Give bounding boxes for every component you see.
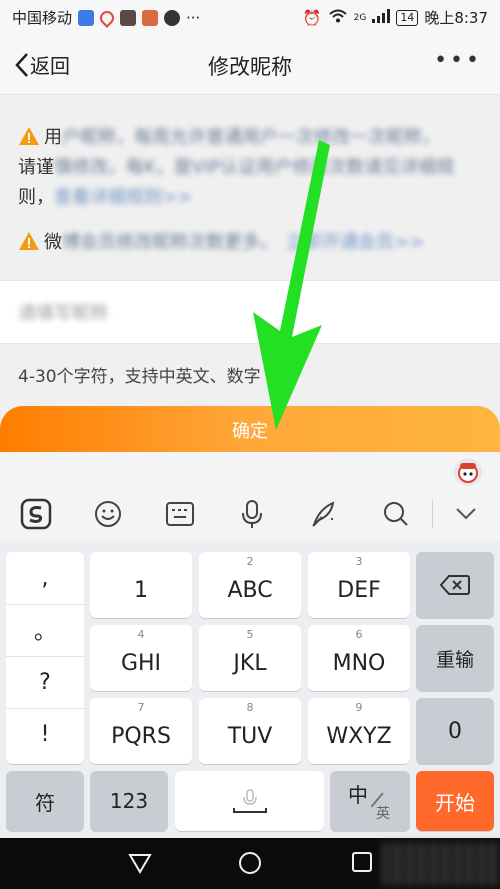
more-menu-button[interactable]: ••• [434,48,482,73]
key-number: 2 [246,555,254,568]
hide-keyboard-chevron-down-icon[interactable] [448,496,484,532]
more-notifications: ··· [186,8,201,27]
notice-text: 则， [18,187,54,208]
key-tuv[interactable]: 8 TUV [199,698,301,764]
space-key[interactable] [175,771,324,831]
key-jkl[interactable]: 5 JKL [199,625,301,691]
symbol-key[interactable]: 符 [6,771,84,831]
key-wxyz[interactable]: 9 WXYZ [308,698,410,764]
key-label: TUV [227,723,273,749]
carrier-name: 中国移动 [12,9,73,27]
nav-bar: 返回 修改昵称 ••• [0,34,500,95]
key-number: 8 [246,701,254,714]
key-number: 6 [355,628,363,641]
key-label: 1 [134,577,148,603]
notice-text: 用 [44,127,62,148]
key-number: 9 [355,701,363,714]
notice-blurred-text: 博会员修改昵称次数更多。 [62,232,278,253]
notice-blurred-text: 慎修改。每K，是VIP认证用户修改次数请见详细规 [54,157,455,178]
keyboard-mascot-icon[interactable] [454,458,482,486]
back-triangle-icon[interactable] [127,850,153,880]
keyboard-switch-icon[interactable] [162,496,198,532]
key-pqrs[interactable]: 7 PQRS [90,698,192,764]
network-type: 2G [353,12,367,23]
key-label: GHI [120,650,162,676]
key-number: 5 [246,628,254,641]
notice-text: 请谨 [18,157,54,178]
location-pin-icon [97,7,117,28]
keyboard-toolbar [0,486,500,540]
status-right: ⏰ 2G 14 晚上8:37 [303,7,488,28]
handwriting-quill-icon[interactable] [306,496,342,532]
nickname-hint: 4-30个字符，支持中英文、数字 [18,367,261,387]
punct-key-question[interactable]: ? [6,656,84,709]
key-mno[interactable]: 6 MNO [308,625,410,691]
emoji-icon[interactable] [90,496,126,532]
sogou-logo-icon[interactable] [18,496,54,532]
key-number: 4 [137,628,145,641]
key-abc[interactable]: 2 ABC [199,552,301,618]
lang-sub-label: 英 [376,806,390,822]
system-navigation-bar [0,838,500,889]
toolbar-divider [432,500,433,528]
signal-icon [372,8,391,27]
search-icon[interactable] [378,496,414,532]
start-key[interactable]: 开始 [416,771,494,831]
number-mode-key[interactable]: 123 [90,771,168,831]
notice-text: 微 [44,232,62,253]
game-app-icon [142,9,159,26]
zero-key[interactable]: 0 [416,698,494,764]
punct-key-period[interactable]: 。 [6,604,84,657]
key-number: 3 [355,555,363,568]
key-label: ABC [227,577,273,603]
shield-app-icon [78,9,95,26]
notice-line-3: 则，查看详细规则>> [18,183,192,213]
punct-key-comma[interactable]: , [6,552,84,605]
key-label: DEF [337,577,381,603]
rules-link[interactable]: 查看详细规则>> [54,183,192,213]
notice-line-1: 用户昵称，每周允许普通用户一次修改一次昵称， [18,123,440,153]
nickname-input[interactable]: 请填写昵称 [0,280,500,344]
backspace-key[interactable] [416,552,494,618]
message-bubble-icon [164,9,181,26]
wifi-icon [328,8,348,28]
key-ghi[interactable]: 4 GHI [90,625,192,691]
space-mic-icon [232,789,267,813]
key-label: JKL [233,650,267,676]
recents-square-icon[interactable] [350,850,374,878]
news-app-icon [120,9,137,26]
warning-icon [19,232,39,250]
microphone-icon[interactable] [234,496,270,532]
watermark-overlay [382,842,500,886]
status-left: 中国移动 ··· [12,7,200,28]
key-number: 7 [137,701,145,714]
language-switch-key[interactable]: 中 英 [330,771,410,831]
notice-line-4: 微博会员修改昵称次数更多。 立即开通会员>> [18,228,424,258]
alarm-icon: ⏰ [302,8,322,27]
punct-key-exclaim[interactable]: ! [6,708,84,760]
lang-main-label: 中 [348,783,368,807]
status-bar: 中国移动 ··· ⏰ 2G 14 晚上8:37 [0,0,500,34]
battery-icon: 14 [396,9,419,26]
member-link[interactable]: 立即开通会员>> [286,228,424,258]
key-1[interactable]: 1 [90,552,192,618]
confirm-button[interactable]: 确定 [0,406,500,452]
key-def[interactable]: 3 DEF [308,552,410,618]
page-title: 修改昵称 [208,55,292,79]
key-label: WXYZ [326,723,392,749]
notice-panel: 用户昵称，每周允许普通用户一次修改一次昵称， 请谨慎修改。每K，是VIP认证用户… [0,95,500,279]
home-circle-icon[interactable] [237,850,263,880]
key-label: PQRS [111,723,171,749]
reenter-key[interactable]: 重输 [416,625,494,691]
key-label: MNO [332,650,386,676]
warning-icon [19,127,39,145]
backspace-icon [440,575,470,595]
clock-time: 晚上8:37 [424,9,488,27]
nickname-placeholder: 请填写昵称 [18,303,108,324]
notice-blurred-text: 户昵称，每周允许普通用户一次修改一次昵称， [62,127,440,148]
punctuation-column: , 。 ? ! [6,552,84,764]
notice-line-2: 请谨慎修改。每K，是VIP认证用户修改次数请见详细规 [18,153,454,183]
